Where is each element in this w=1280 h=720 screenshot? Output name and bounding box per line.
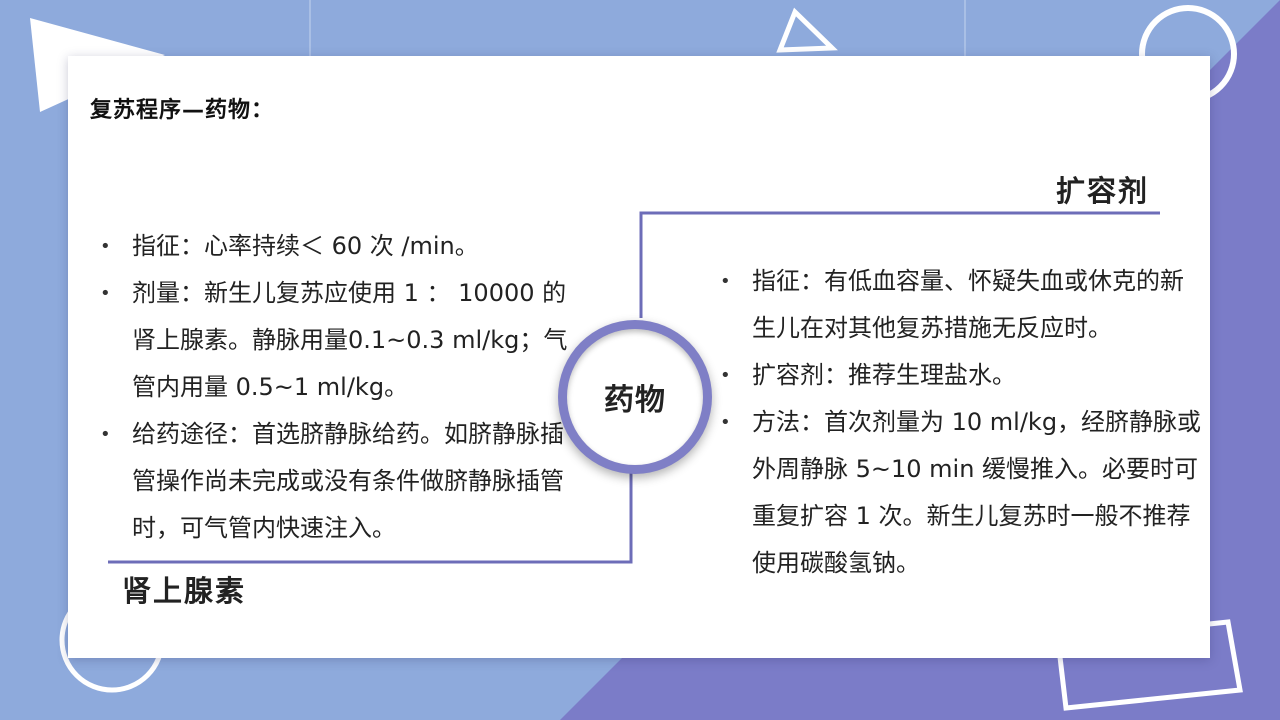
slide-title: 复苏程序—药物： (90, 98, 275, 123)
center-circle: 药物 (558, 320, 712, 474)
list-item: 扩容剂：推荐生理盐水。 (716, 352, 1202, 399)
list-item: 方法：首次剂量为 10 ml/kg，经脐静脉或外周静脉 5~10 min 缓慢推… (716, 399, 1202, 587)
list-item: 指征：心率持续＜ 60 次 /min。 (96, 223, 576, 270)
list-item: 给药途径：首选脐静脉给药。如脐静脉插管操作尚未完成或没有条件做脐静脉插管时，可气… (96, 411, 576, 552)
center-label: 药物 (604, 383, 666, 418)
epinephrine-bullet-list: 指征：心率持续＜ 60 次 /min。 剂量：新生儿复苏应使用 1 ： 1000… (96, 223, 576, 552)
epinephrine-heading: 肾上腺素 (122, 574, 247, 608)
volume-expander-heading: 扩容剂 (1056, 174, 1150, 208)
volume-expander-bullet-list: 指征：有低血容量、怀疑失血或休克的新生儿在对其他复苏措施无反应时。 扩容剂：推荐… (716, 258, 1202, 587)
center-circle-inner: 药物 (567, 329, 703, 465)
list-item: 指征：有低血容量、怀疑失血或休克的新生儿在对其他复苏措施无反应时。 (716, 258, 1202, 352)
list-item: 剂量：新生儿复苏应使用 1 ： 10000 的肾上腺素。静脉用量0.1~0.3 … (96, 270, 576, 411)
